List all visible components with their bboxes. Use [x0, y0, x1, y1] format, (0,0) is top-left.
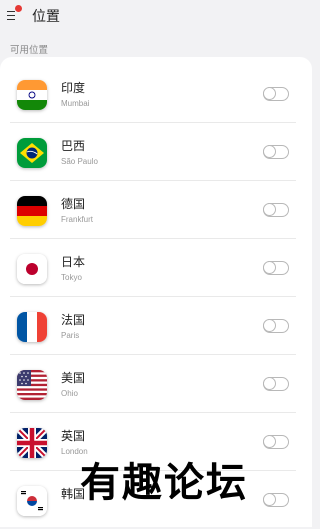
location-row-germany[interactable]: 德国 Frankfurt [0, 181, 312, 239]
location-city: Mumbai [61, 99, 90, 108]
location-toggle[interactable] [263, 319, 289, 333]
location-city: São Paulo [61, 157, 98, 166]
location-toggle[interactable] [263, 435, 289, 449]
location-row-france[interactable]: 法国 Paris [0, 297, 312, 355]
india-flag-icon [17, 80, 47, 110]
location-city: Tokyo [61, 273, 82, 282]
menu-icon-bar [7, 15, 15, 17]
location-row-japan[interactable]: 日本 Tokyo [0, 239, 312, 297]
location-row-brazil[interactable]: 巴西 São Paulo [0, 123, 312, 181]
location-name: 美国 [61, 371, 86, 385]
location-name: 法国 [61, 313, 86, 327]
location-toggle[interactable] [263, 203, 289, 217]
toggle-knob [263, 203, 276, 216]
south-korea-flag-icon [17, 486, 47, 516]
uk-flag-icon [17, 428, 47, 458]
location-toggle[interactable] [263, 145, 289, 159]
germany-flag-icon [17, 196, 47, 226]
notification-dot [15, 5, 22, 12]
location-city: Paris [61, 331, 80, 340]
location-toggle[interactable] [263, 87, 289, 101]
location-name: 巴西 [61, 139, 86, 153]
france-flag-icon [17, 312, 47, 342]
toggle-knob [263, 145, 276, 158]
toggle-knob [263, 87, 276, 100]
japan-flag-icon [17, 254, 47, 284]
menu-icon [7, 11, 15, 13]
page-title: 位置 [32, 9, 60, 25]
watermark: 有趣论坛 [80, 459, 248, 506]
location-city: Frankfurt [61, 215, 94, 224]
toggle-knob [263, 377, 276, 390]
toggle-knob [263, 319, 276, 332]
brazil-flag-icon [17, 138, 47, 168]
location-toggle[interactable] [263, 261, 289, 275]
toggle-knob [263, 435, 276, 448]
location-name: 印度 [61, 81, 86, 95]
toggle-knob [263, 493, 276, 506]
app-header: 位置 [0, 0, 312, 34]
toggle-knob [263, 261, 276, 274]
location-toggle[interactable] [263, 493, 289, 507]
location-toggle[interactable] [263, 377, 289, 391]
location-name: 日本 [61, 255, 86, 269]
location-name: 英国 [61, 429, 86, 443]
location-city: Ohio [61, 389, 78, 398]
usa-flag-icon [17, 370, 47, 400]
location-row-usa[interactable]: 美国 Ohio [0, 355, 312, 413]
section-label: 可用位置 [10, 45, 49, 56]
menu-icon-bar [7, 19, 15, 21]
menu-button[interactable] [6, 5, 22, 23]
location-name: 德国 [61, 197, 86, 211]
location-row-india[interactable]: 印度 Mumbai [0, 65, 312, 123]
